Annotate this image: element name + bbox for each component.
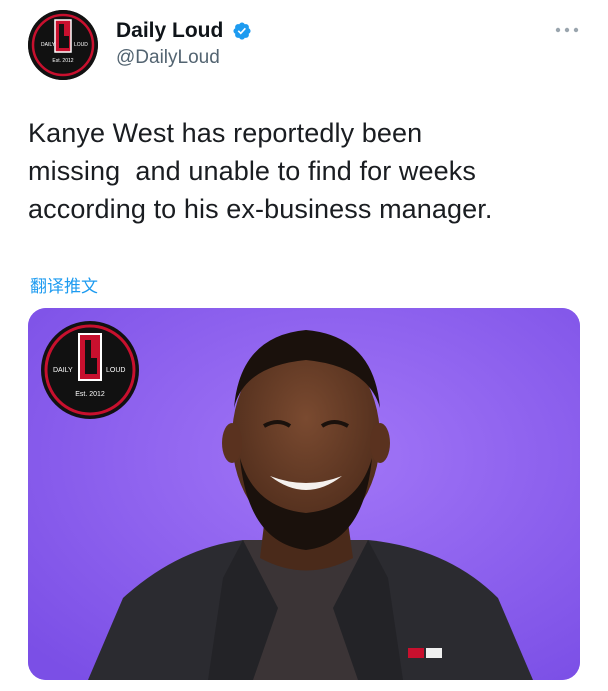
media-logo-right-text: LOUD [106, 367, 125, 374]
tweet-card[interactable]: DAILY LOUD Est. 2012 Daily Loud @DailyLo… [0, 0, 608, 691]
logo-left-text: DAILY [41, 42, 56, 48]
translate-tweet-link[interactable]: 翻译推文 [30, 272, 98, 297]
tweet-header: DAILY LOUD Est. 2012 Daily Loud @DailyLo… [28, 10, 583, 82]
daily-loud-logo-icon: DAILY LOUD Est. 2012 [28, 10, 98, 80]
author-display-name[interactable]: Daily Loud [116, 18, 223, 44]
author-handle[interactable]: @DailyLoud [116, 46, 252, 70]
more-horizontal-icon [555, 27, 579, 33]
tweet-text: Kanye West has reportedly been missing a… [28, 118, 493, 224]
media-logo-left-text: DAILY [53, 367, 73, 374]
tweet-media-image[interactable]: DAILY LOUD Est. 2012 [28, 308, 580, 680]
logo-est-text: Est. 2012 [52, 58, 73, 64]
author-names: Daily Loud @DailyLoud [116, 18, 252, 70]
more-options-button[interactable] [553, 22, 581, 38]
verified-badge-icon [233, 22, 251, 40]
media-daily-loud-logo: DAILY LOUD Est. 2012 [40, 320, 140, 420]
author-avatar[interactable]: DAILY LOUD Est. 2012 [28, 10, 98, 80]
media-logo-est-text: Est. 2012 [75, 391, 105, 398]
logo-right-text: LOUD [74, 42, 88, 48]
daily-loud-logo-icon: DAILY LOUD Est. 2012 [41, 321, 139, 419]
